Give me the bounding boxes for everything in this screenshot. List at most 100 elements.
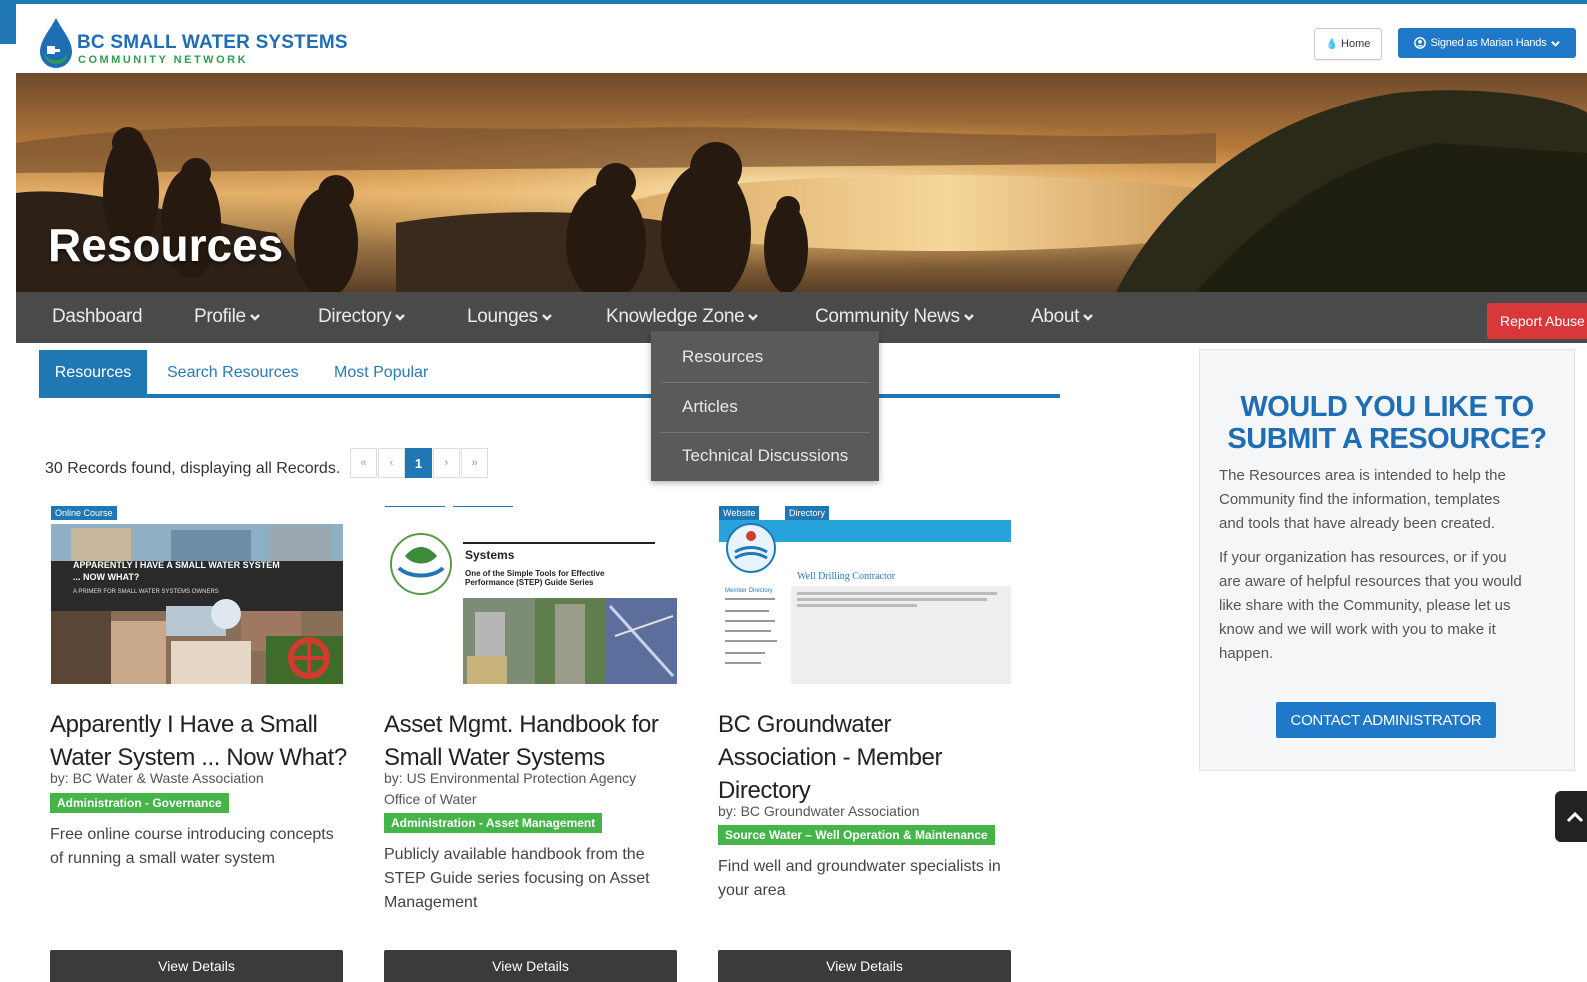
card-3-thumb-heading: Well Drilling Contractor: [797, 571, 896, 582]
nav-knowledge-zone-label: Knowledge Zone: [606, 306, 745, 327]
tab-resources-label: Resources: [54, 364, 132, 381]
card-1-description-line-1: Free online course introducing concepts: [50, 826, 334, 843]
submit-resource-body-line-5: happen.: [1219, 645, 1274, 662]
dropdown-item-resources[interactable]: Resources: [682, 347, 763, 367]
nav-directory-label: Directory: [318, 306, 392, 327]
submit-resource-intro-line-3: and tools that have already been created…: [1219, 515, 1496, 532]
card-3-description: Find well and groundwater specialists in…: [718, 855, 1028, 903]
card-1-description-line-2: of running a small water system: [50, 850, 275, 867]
tab-search-resources[interactable]: Search Resources: [167, 350, 299, 396]
scroll-to-top-button[interactable]: [1555, 791, 1587, 842]
chevron-down-icon: [395, 314, 406, 321]
card-2-thumb-systems-text: Systems: [465, 548, 515, 562]
top-stripe: [0, 0, 1587, 4]
site-logo[interactable]: BC SMALL WATER SYSTEMS COMMUNITY NETWORK: [38, 16, 348, 72]
contact-administrator-button[interactable]: CONTACT ADMINISTRATOR: [1276, 702, 1496, 738]
card-3-thumbnail[interactable]: Well Drilling Contractor Member Director…: [719, 506, 1011, 684]
card-3-category-tag[interactable]: Source Water – Well Operation & Maintena…: [718, 825, 995, 845]
card-2-category-tag[interactable]: Administration - Asset Management: [384, 813, 603, 833]
card-2-author-line-1: by: US Environmental Protection Agency: [384, 770, 637, 786]
card-2-title[interactable]: Asset Mgmt. Handbook for Small Water Sys…: [384, 708, 694, 774]
pagination-first[interactable]: «: [350, 448, 377, 478]
dropdown-item-technical-discussions[interactable]: Technical Discussions: [682, 446, 848, 466]
card-1-thumbnail[interactable]: APPARENTLY I HAVE A SMALL WATER SYSTEM .…: [51, 506, 343, 684]
card-1-author: by: BC Water & Waste Association: [50, 770, 264, 786]
card-1-title[interactable]: Apparently I Have a Small Water System .…: [50, 708, 350, 774]
submit-resource-title: WOULD YOU LIKE TO SUBMIT A RESOURCE?: [1199, 391, 1575, 455]
logo-title: BC SMALL WATER SYSTEMS: [77, 32, 348, 53]
card-2-thumb-step-text-2: Performance (STEP) Guide Series: [465, 578, 594, 587]
pagination-next[interactable]: ›: [433, 448, 460, 478]
card-1-thumb-heading-2: ... NOW WHAT?: [73, 572, 140, 582]
submit-resource-intro: The Resources area is intended to help t…: [1219, 464, 1564, 536]
home-button-label: Home: [1341, 38, 1371, 50]
chevron-down-icon: [1550, 40, 1560, 47]
user-circle-icon: [1414, 37, 1427, 49]
chevron-down-icon: [963, 314, 974, 321]
card-2-description-line-2: STEP Guide series focusing on Asset: [384, 870, 650, 887]
pagination-page-1[interactable]: 1: [405, 448, 432, 478]
report-abuse-label: Report Abuse: [1500, 313, 1585, 329]
card-1-collage-image: [51, 506, 343, 684]
card-1-title-line-1: Apparently I Have a Small: [50, 711, 318, 738]
card-3-description-line-2: your area: [718, 882, 786, 899]
card-2-author: by: US Environmental Protection Agency O…: [384, 768, 684, 810]
logo-subtitle: COMMUNITY NETWORK: [78, 54, 249, 66]
submit-resource-body-line-3: like share with the Community, please le…: [1219, 597, 1511, 614]
card-2-handbook-cover-image: [385, 506, 677, 684]
card-3-website-screenshot-image: [719, 506, 1011, 684]
card-3-title-line-2: Association - Member: [718, 744, 943, 771]
nav-profile[interactable]: Profile: [194, 306, 260, 328]
card-3-view-details-button[interactable]: View Details: [718, 950, 1011, 982]
nav-lounges[interactable]: Lounges: [467, 306, 552, 328]
card-3-badge-website: Website: [719, 506, 760, 520]
pagination-prev[interactable]: ‹: [378, 448, 405, 478]
nav-directory[interactable]: Directory: [318, 306, 406, 328]
chevron-up-icon: [1566, 811, 1584, 822]
water-drop-logo-icon: [40, 18, 72, 68]
nav-about[interactable]: About: [1031, 306, 1094, 328]
card-3-title-line-1: BC Groundwater: [718, 711, 892, 738]
tab-resources[interactable]: Resources: [39, 350, 147, 396]
card-2-description-line-3: Management: [384, 894, 478, 911]
card-1-category-tag[interactable]: Administration - Governance: [50, 793, 229, 813]
nav-community-news-label: Community News: [815, 306, 960, 327]
submit-resource-title-line-2: SUBMIT A RESOURCE?: [1227, 423, 1547, 455]
nav-profile-label: Profile: [194, 306, 246, 327]
card-2-description: Publicly available handbook from the STE…: [384, 843, 684, 915]
card-3-badge-directory: Directory: [785, 506, 830, 520]
water-drop-icon: 💧: [1325, 38, 1339, 50]
card-3-author: by: BC Groundwater Association: [718, 803, 920, 819]
top-stripe-notch: [0, 4, 16, 44]
nav-community-news[interactable]: Community News: [815, 306, 974, 328]
home-button[interactable]: 💧 Home: [1314, 28, 1382, 60]
page-title: Resources: [48, 219, 284, 271]
card-1-thumb-heading: APPARENTLY I HAVE A SMALL WATER SYSTEM: [73, 560, 280, 570]
nav-dashboard[interactable]: Dashboard: [52, 306, 143, 328]
tab-most-popular-label: Most Popular: [334, 364, 429, 381]
card-2-description-line-1: Publicly available handbook from the: [384, 846, 645, 863]
card-2-view-details-button[interactable]: View Details: [384, 950, 677, 982]
submit-resource-intro-line-1: The Resources area is intended to help t…: [1219, 467, 1506, 484]
account-menu-button[interactable]: Signed as Marian Hands: [1398, 28, 1576, 58]
tab-most-popular[interactable]: Most Popular: [334, 350, 428, 396]
submit-resource-body-line-2: are aware of helpful resources that you …: [1219, 573, 1522, 590]
dropdown-divider: [660, 432, 870, 433]
card-3-thumb-sidebar-heading: Member Directory: [725, 588, 773, 594]
card-2-author-line-2: Office of Water: [384, 791, 477, 807]
nav-knowledge-zone[interactable]: Knowledge Zone: [606, 306, 759, 328]
report-abuse-button[interactable]: Report Abuse: [1487, 303, 1587, 339]
card-1-view-details-button[interactable]: View Details: [50, 950, 343, 982]
card-1-badge-online-course: Online Course: [51, 506, 117, 520]
nav-dashboard-label: Dashboard: [52, 306, 143, 327]
signed-as-label: Signed as Marian Hands: [1430, 37, 1547, 49]
card-2-thumbnail[interactable]: Systems One of the Simple Tools for Effe…: [385, 506, 677, 684]
card-1-thumb-subheading: A PRIMER FOR SMALL WATER SYSTEMS OWNERS: [73, 589, 219, 595]
submit-resource-body: If your organization has resources, or i…: [1219, 546, 1564, 666]
dropdown-item-articles[interactable]: Articles: [682, 397, 738, 417]
chevron-down-icon: [249, 314, 260, 321]
pagination-last[interactable]: »: [461, 448, 488, 478]
card-2-title-line-1: Asset Mgmt. Handbook for: [384, 711, 659, 738]
card-3-title[interactable]: BC Groundwater Association - Member Dire…: [718, 708, 1018, 807]
chevron-down-icon: [748, 314, 759, 321]
